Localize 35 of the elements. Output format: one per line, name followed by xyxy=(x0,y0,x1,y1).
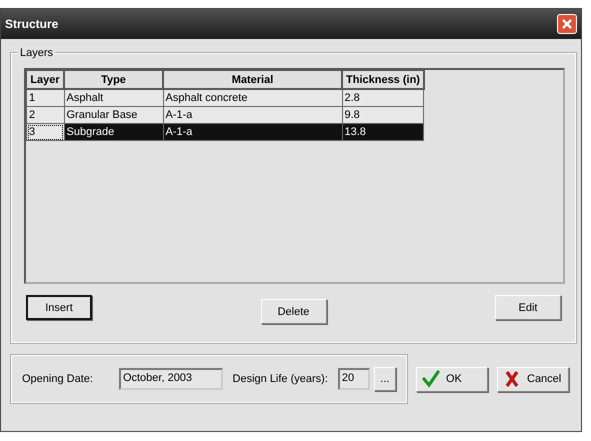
column-header: Type xyxy=(64,70,163,89)
table-cell: 3 xyxy=(26,124,64,140)
table-cell: 13.8 xyxy=(342,124,424,140)
table-cell: Granular Base xyxy=(64,106,163,124)
table-cell: Asphalt xyxy=(64,89,163,106)
table-cell: 2 xyxy=(26,106,64,124)
table-cell: 9.8 xyxy=(342,106,424,124)
table-cell: Subgrade xyxy=(64,124,163,140)
field-label: Design Life (years): xyxy=(232,373,328,385)
window-title: Structure xyxy=(5,17,58,31)
table-cell: A-1-a xyxy=(163,106,342,124)
table-cell: A-1-a xyxy=(163,124,342,140)
group-title: Layers xyxy=(18,47,56,59)
column-header: Thickness (in) xyxy=(342,70,424,89)
close-button[interactable] xyxy=(557,14,577,34)
ok-button[interactable]: OK xyxy=(416,366,488,392)
column-header: Layer xyxy=(26,70,64,89)
date-field: October, 2003 xyxy=(118,368,223,390)
table-cell: 2.8 xyxy=(342,89,424,106)
close-icon xyxy=(561,18,573,30)
browse-button[interactable]: ... xyxy=(374,367,396,391)
table-row[interactable]: 3 Subgrade A-1-a 13.8 xyxy=(26,124,424,140)
action-button[interactable]: Delete xyxy=(260,299,326,324)
table-row[interactable]: 2 Granular Base A-1-a 9.8 xyxy=(26,106,424,124)
check-icon xyxy=(422,369,440,389)
column-header: Material xyxy=(163,70,342,89)
table-cell: Asphalt concrete xyxy=(163,89,342,106)
action-button[interactable]: Insert xyxy=(26,295,92,320)
table-row[interactable]: 1 Asphalt Asphalt concrete 2.8 xyxy=(26,89,424,106)
cancel-button[interactable]: Cancel xyxy=(497,366,569,392)
action-button[interactable]: Edit xyxy=(495,295,561,320)
table-cell: 1 xyxy=(26,89,64,106)
field-label: Opening Date: xyxy=(22,373,93,385)
x-icon xyxy=(503,369,521,389)
number-field: 20 xyxy=(338,368,370,390)
